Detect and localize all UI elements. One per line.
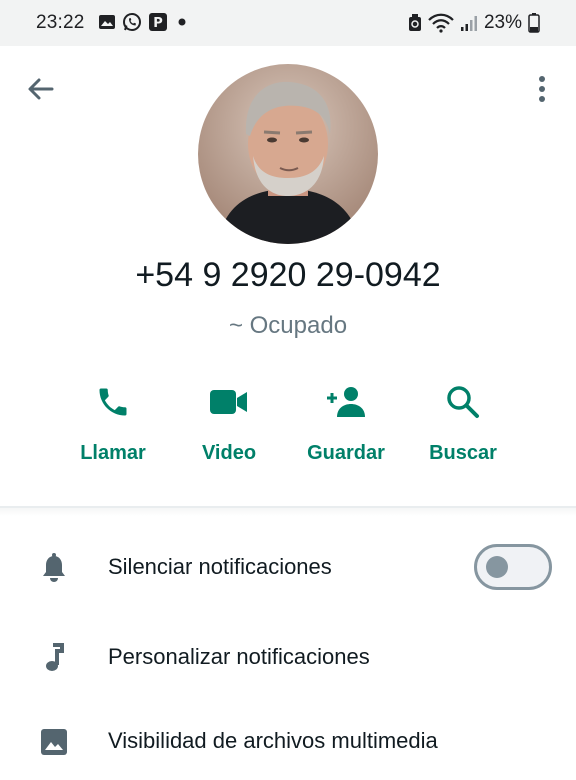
action-bar: Llamar Video Guardar Buscar — [0, 380, 576, 480]
custom-notifications-label: Personalizar notificaciones — [108, 644, 370, 669]
avatar[interactable] — [198, 64, 378, 244]
arrow-left-icon — [24, 72, 58, 106]
signal-icon — [460, 14, 478, 32]
status-left-icons: P — [98, 12, 190, 32]
status-right-icons: 23% — [408, 12, 540, 34]
status-bar: 23:22 P 23% — [0, 0, 576, 46]
whatsapp-icon — [122, 12, 142, 32]
search-label: Buscar — [429, 442, 497, 464]
back-button[interactable] — [24, 72, 58, 106]
toggle-knob — [486, 556, 508, 578]
call-label: Llamar — [80, 442, 146, 464]
call-button[interactable]: Llamar — [58, 380, 168, 476]
image-icon — [40, 728, 68, 756]
status-time: 23:22 — [36, 12, 85, 33]
battery-icon — [528, 13, 540, 33]
save-label: Guardar — [307, 442, 385, 464]
custom-notifications-row[interactable]: Personalizar notificaciones — [0, 628, 576, 688]
search-button[interactable]: Buscar — [408, 380, 518, 476]
gallery-icon — [98, 14, 116, 30]
save-contact-button[interactable]: Guardar — [291, 380, 401, 476]
svg-text:P: P — [153, 16, 163, 31]
battery-percent: 23% — [483, 12, 522, 33]
recycle-icon — [408, 14, 422, 32]
video-label: Video — [201, 442, 257, 464]
add-contact-icon — [324, 385, 368, 419]
media-visibility-row[interactable]: Visibilidad de archivos multimedia — [0, 712, 576, 772]
more-vertical-icon — [528, 72, 556, 106]
bell-icon — [41, 553, 67, 583]
mute-notifications-toggle[interactable] — [474, 544, 552, 590]
app-icon: P — [148, 12, 168, 32]
music-note-icon — [43, 643, 65, 673]
dot-icon — [174, 14, 190, 30]
search-icon — [445, 384, 481, 420]
wifi-icon — [428, 13, 454, 33]
mute-notifications-label: Silenciar notificaciones — [108, 554, 332, 579]
media-visibility-label: Visibilidad de archivos multimedia — [108, 728, 438, 753]
video-icon — [209, 387, 249, 417]
video-call-button[interactable]: Video — [174, 380, 284, 476]
section-divider — [0, 506, 576, 516]
more-options-button[interactable] — [528, 72, 556, 106]
phone-icon — [95, 384, 131, 420]
contact-phone: +54 9 2920 29-0942 — [135, 256, 441, 294]
contact-about: ~ Ocupado — [228, 312, 348, 339]
